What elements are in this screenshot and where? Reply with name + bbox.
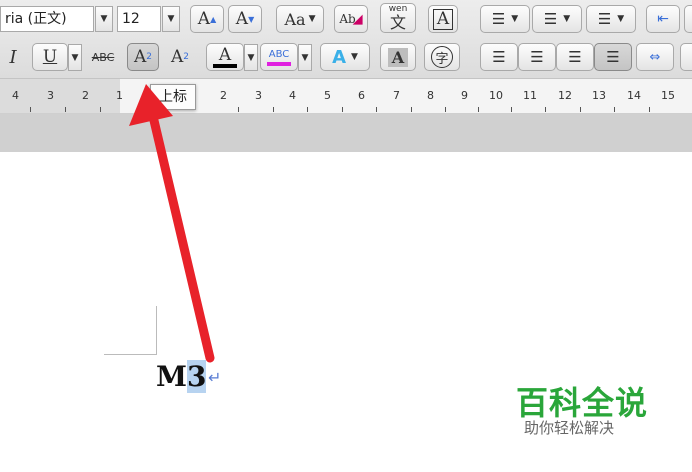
arrow-head bbox=[129, 84, 173, 126]
watermark-subtitle: 助你轻松解决 bbox=[524, 419, 615, 437]
arrow-shaft bbox=[147, 107, 215, 363]
